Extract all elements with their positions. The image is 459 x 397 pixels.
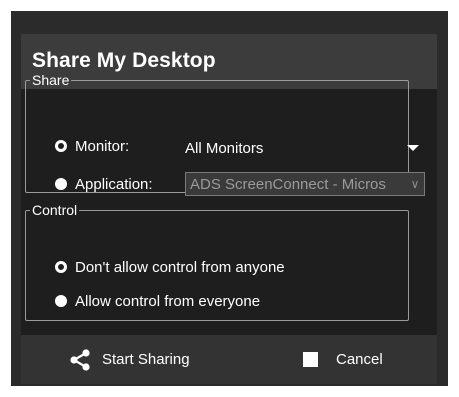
caret-down-icon	[407, 145, 419, 151]
share-icon	[70, 348, 90, 371]
start-sharing-button[interactable]: Start Sharing	[70, 335, 190, 384]
control-option-allow[interactable]: Allow control from everyone	[55, 290, 260, 312]
allow-control-radio[interactable]	[55, 295, 67, 307]
chevron-down-icon: ∨	[406, 173, 424, 195]
cancel-button[interactable]: Cancel	[303, 335, 383, 384]
deny-control-label: Don't allow control from anyone	[75, 258, 285, 276]
monitor-option[interactable]: Monitor:	[55, 135, 129, 157]
application-select-value: ADS ScreenConnect - Micros	[190, 175, 386, 193]
application-option[interactable]: Application:	[55, 173, 153, 195]
control-legend: Control	[32, 202, 78, 218]
monitor-radio[interactable]	[55, 140, 67, 152]
deny-control-radio[interactable]	[55, 261, 67, 273]
application-select[interactable]: ADS ScreenConnect - Micros ∨	[185, 172, 425, 196]
dialog-title: Share My Desktop	[32, 49, 216, 72]
monitor-label: Monitor:	[75, 137, 130, 155]
monitor-select[interactable]: All Monitors	[185, 137, 425, 159]
cancel-label: Cancel	[336, 351, 383, 368]
application-label: Application:	[75, 175, 153, 193]
control-option-deny[interactable]: Don't allow control from anyone	[55, 256, 285, 278]
allow-control-label: Allow control from everyone	[75, 292, 261, 310]
monitor-select-value: All Monitors	[185, 139, 264, 157]
start-sharing-label: Start Sharing	[102, 351, 190, 368]
stop-square-icon	[303, 352, 318, 367]
share-legend: Share	[32, 72, 70, 88]
application-radio[interactable]	[55, 178, 67, 190]
